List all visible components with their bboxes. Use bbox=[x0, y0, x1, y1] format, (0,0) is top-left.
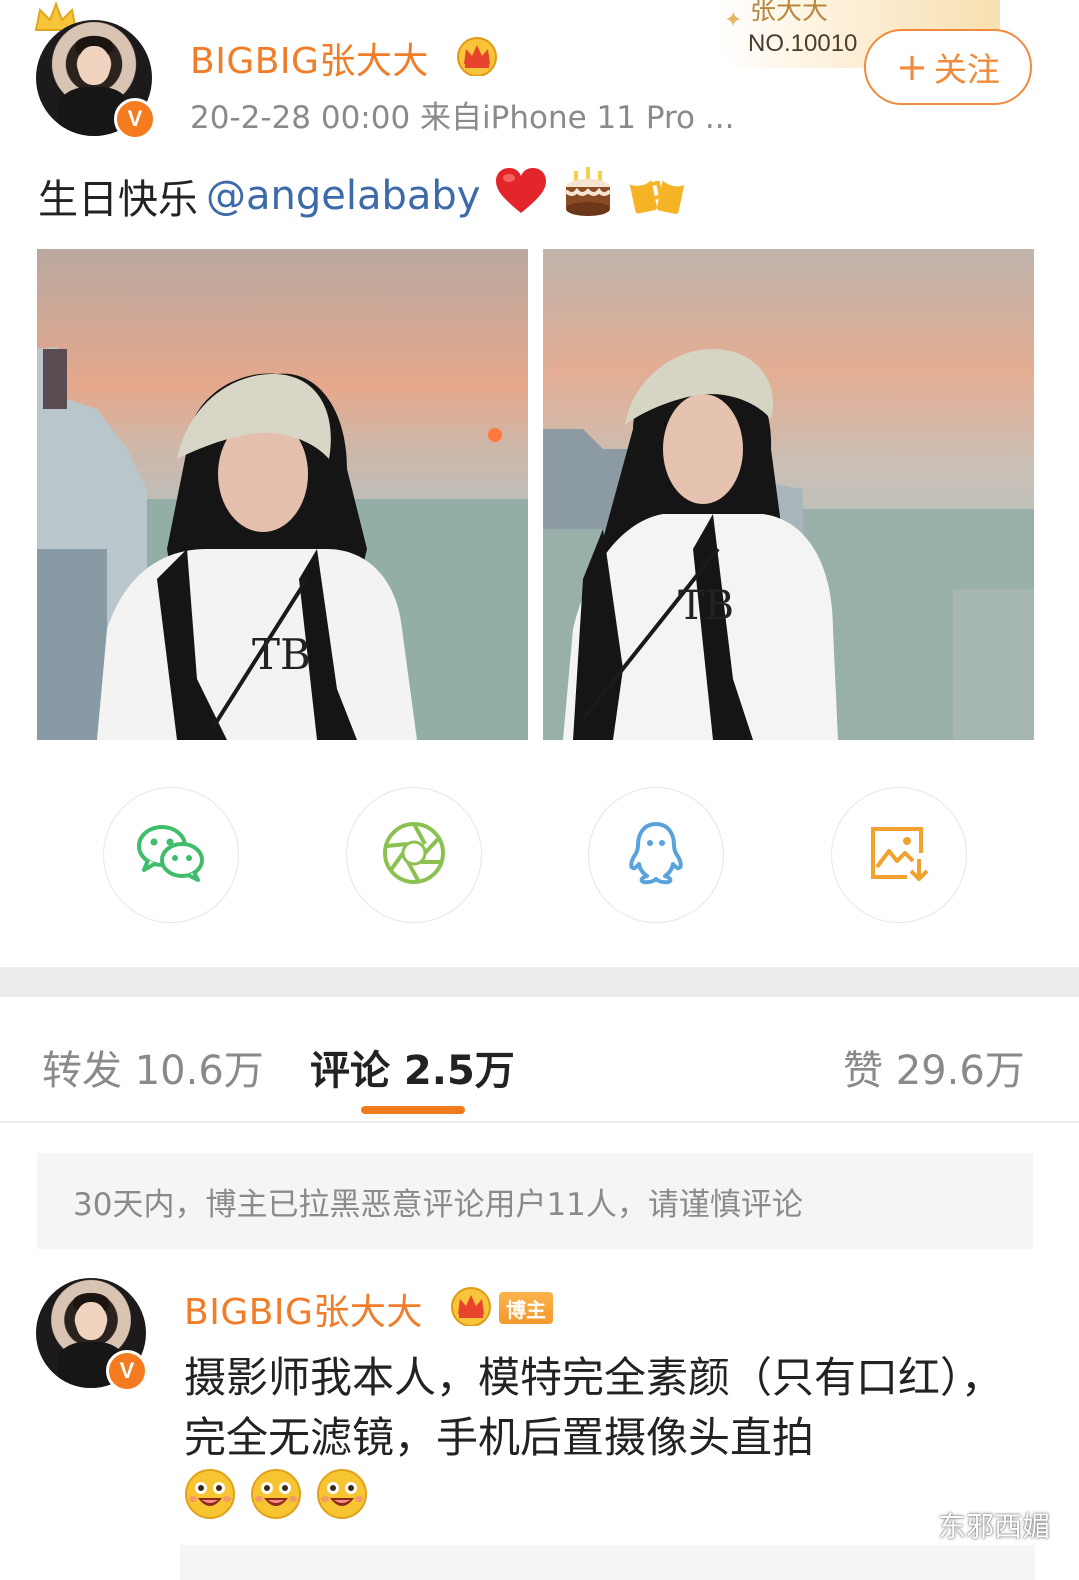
moments-icon bbox=[381, 820, 447, 890]
share-qq-button[interactable] bbox=[588, 787, 724, 923]
comment-author-name[interactable]: BIGBIG张大大 bbox=[184, 1283, 423, 1335]
wechat-icon bbox=[136, 822, 206, 888]
cheers-emoji bbox=[627, 164, 688, 228]
active-tab-indicator bbox=[361, 1106, 465, 1114]
tab-like[interactable]: 赞 29.6万 bbox=[843, 1038, 1025, 1096]
verified-badge-icon: V bbox=[106, 1350, 148, 1392]
save-image-button[interactable] bbox=[831, 787, 967, 923]
sparkle-icon: ✦ bbox=[724, 8, 743, 33]
grin-face-emoji bbox=[250, 1468, 302, 1524]
mention-link[interactable]: @angelababy bbox=[206, 173, 480, 219]
cake-emoji bbox=[562, 165, 614, 227]
heart-emoji bbox=[494, 167, 548, 225]
post-meta: 20-2-28 00:00 来自iPhone 11 Pro ... bbox=[190, 100, 735, 136]
vip-crown-icon bbox=[456, 36, 498, 77]
next-comment-preview bbox=[180, 1545, 1035, 1580]
share-moments-button[interactable] bbox=[346, 787, 482, 923]
blocked-users-notice: 30天内，博主已拉黑恶意评论用户11人，请谨慎评论 bbox=[37, 1153, 1033, 1249]
post-photo-2[interactable]: TB bbox=[543, 249, 1034, 740]
fan-card-number: NO.10010 bbox=[748, 30, 858, 57]
watermark-text: 东邪西媚 bbox=[938, 1510, 1051, 1543]
svg-text:TB: TB bbox=[252, 630, 311, 679]
author-tag-badge: 博主 bbox=[499, 1292, 553, 1324]
tab-divider bbox=[0, 1121, 1079, 1123]
post-text: 生日快乐 @angelababy bbox=[38, 164, 688, 228]
save-image-icon bbox=[867, 823, 931, 887]
post-text-body: 生日快乐 bbox=[38, 177, 198, 223]
vip-crown-icon bbox=[450, 1286, 492, 1327]
watermark: 东邪西媚 bbox=[888, 1505, 1050, 1545]
follow-label: 关注 bbox=[933, 50, 1000, 89]
grin-face-emoji bbox=[316, 1468, 368, 1524]
tab-repost[interactable]: 转发 10.6万 bbox=[42, 1038, 264, 1096]
post-photo-1[interactable]: TB bbox=[37, 249, 528, 740]
qq-icon bbox=[627, 821, 685, 889]
svg-text:TB: TB bbox=[678, 583, 734, 629]
tab-comment[interactable]: 评论 2.5万 bbox=[310, 1038, 515, 1096]
plus-icon: + bbox=[896, 45, 928, 89]
comment-emojis bbox=[184, 1468, 368, 1524]
grin-face-emoji bbox=[184, 1468, 236, 1524]
comment-text: 摄影师我本人，模特完全素颜（只有口红），完全无滤镜，手机后置摄像头直拍 bbox=[184, 1353, 1004, 1462]
section-divider bbox=[0, 967, 1079, 997]
follow-button[interactable]: + 关注 bbox=[864, 29, 1032, 105]
share-wechat-button[interactable] bbox=[103, 787, 239, 923]
post-author-name[interactable]: BIGBIG张大大 bbox=[190, 32, 429, 84]
verified-badge-icon: V bbox=[114, 98, 156, 140]
fan-card-name: 张大大 bbox=[750, 0, 829, 26]
wechat-watermark-icon bbox=[888, 1506, 928, 1545]
